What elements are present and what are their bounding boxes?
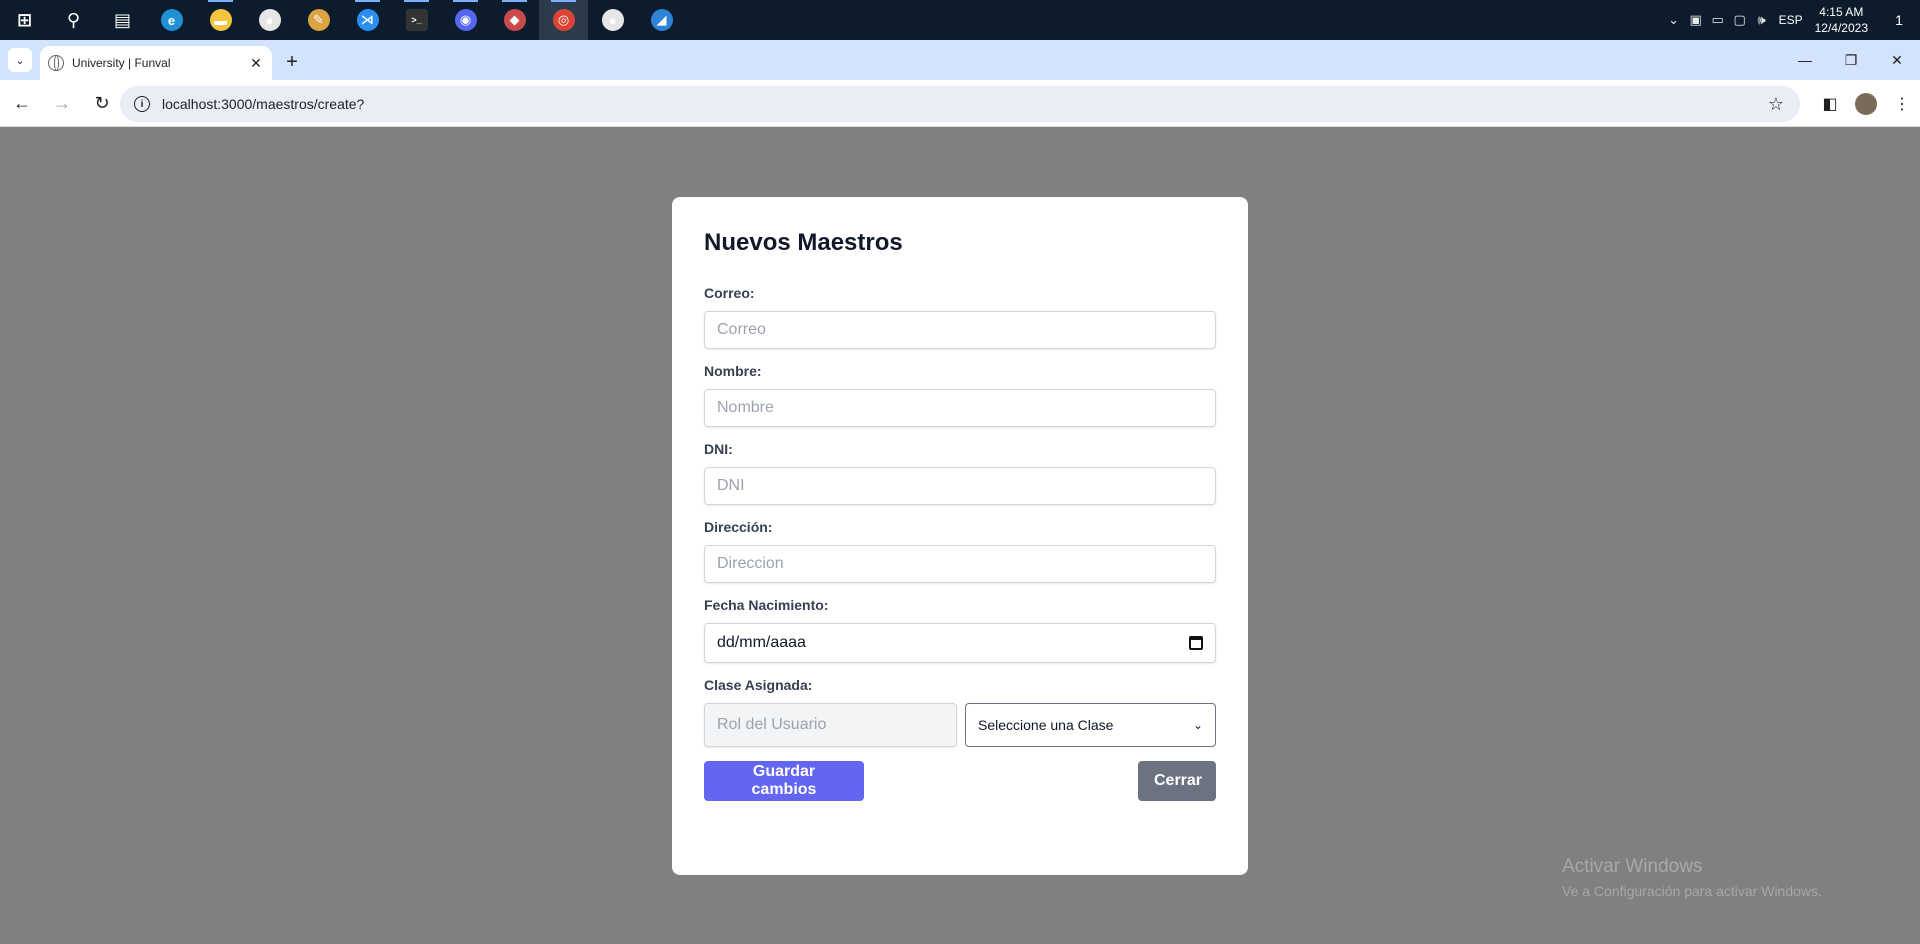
- nombre-label: Nombre:: [704, 363, 762, 379]
- taskbar-github-desktop-2[interactable]: ●: [588, 0, 637, 40]
- field-direccion: Dirección:: [704, 519, 1216, 583]
- clase-label: Clase Asignada:: [704, 677, 813, 693]
- back-button[interactable]: ←: [4, 85, 40, 121]
- task-view-icon: ▤: [113, 9, 131, 30]
- dni-label: DNI:: [704, 441, 733, 457]
- tab-university[interactable]: University | Funval ✕: [40, 46, 272, 80]
- taskbar-azure-data-studio[interactable]: ◢: [637, 0, 686, 40]
- discord-icon: ◉: [454, 9, 477, 31]
- clase-select-value: Seleccione una Clase: [978, 717, 1114, 733]
- site-info-icon[interactable]: i: [134, 96, 150, 112]
- taskbar-edge[interactable]: e: [147, 0, 196, 40]
- clock[interactable]: 4:15 AM 12/4/2023: [1815, 4, 1868, 36]
- app-icon: ◆: [503, 9, 526, 31]
- taskbar-vscode[interactable]: ⋊: [343, 0, 392, 40]
- window-controls: — ❐ ✕: [1782, 40, 1920, 80]
- page-viewport: Nuevos Maestros Correo: Nombre: DNI: Dir…: [0, 127, 1920, 944]
- tab-search-button[interactable]: ⌄: [8, 48, 32, 72]
- close-button[interactable]: Cerrar: [1138, 761, 1216, 801]
- side-panel-icon[interactable]: ◧: [1812, 86, 1848, 122]
- fecha-label: Fecha Nacimiento:: [704, 597, 829, 613]
- github-icon: ●: [601, 9, 624, 31]
- taskbar-apps: ⊞ ⚲ ▤ e ▬ ● ✎ ⋊ >_ ◉ ◆ ◎ ● ◢: [0, 0, 686, 40]
- bookmark-star-icon[interactable]: ☆: [1768, 94, 1784, 115]
- system-tray: ⌄ ▣ ▭ ▢ 🕪 ESP 4:15 AM 12/4/2023 1: [1663, 0, 1920, 40]
- fecha-value: dd/mm/aaaa: [717, 634, 806, 651]
- watermark-title: Activar Windows: [1562, 856, 1703, 877]
- search-icon: ⚲: [66, 9, 81, 30]
- clock-date: 12/4/2023: [1814, 21, 1868, 35]
- paint-icon: ✎: [307, 9, 330, 31]
- edge-icon: e: [160, 9, 183, 31]
- address-bar[interactable]: i localhost:3000/maestros/create? ☆: [120, 86, 1800, 122]
- taskbar-discord[interactable]: ◉: [441, 0, 490, 40]
- create-teacher-modal: Nuevos Maestros Correo: Nombre: DNI: Dir…: [672, 197, 1248, 875]
- watermark-subtitle: Ve a Configuración para activar Windows.: [1562, 883, 1822, 899]
- browser-toolbar: ← → ↻ i localhost:3000/maestros/create? …: [0, 80, 1920, 127]
- avatar[interactable]: [1855, 92, 1877, 115]
- tab-close-icon[interactable]: ✕: [248, 55, 264, 72]
- globe-icon: [48, 55, 64, 71]
- nombre-input[interactable]: [704, 389, 1216, 427]
- taskbar-github-desktop-1[interactable]: ●: [245, 0, 294, 40]
- minimize-button[interactable]: —: [1782, 40, 1828, 80]
- window-close-button[interactable]: ✕: [1874, 40, 1920, 80]
- volume-icon[interactable]: 🕪: [1751, 0, 1773, 40]
- network-icon[interactable]: ▢: [1729, 0, 1751, 40]
- calendar-icon[interactable]: [1189, 636, 1203, 650]
- direccion-input[interactable]: [704, 545, 1216, 583]
- github-icon: ●: [258, 9, 281, 31]
- windows-activation-watermark: Activar Windows Ve a Configuración para …: [1562, 856, 1822, 899]
- folder-icon: ▬: [209, 9, 232, 31]
- taskbar-task-view[interactable]: ▤: [98, 0, 147, 40]
- toolbar-right: ◧ ⋮: [1812, 80, 1920, 127]
- url-text[interactable]: localhost:3000/maestros/create?: [162, 96, 1768, 112]
- chevron-down-icon: ⌄: [1192, 718, 1203, 732]
- clock-time: 4:15 AM: [1819, 5, 1864, 19]
- fecha-nacimiento-input[interactable]: dd/mm/aaaa: [704, 623, 1216, 663]
- correo-input[interactable]: [704, 311, 1216, 349]
- azure-icon: ◢: [650, 9, 673, 31]
- correo-label: Correo:: [704, 285, 755, 301]
- field-dni: DNI:: [704, 441, 1216, 505]
- taskbar-paint[interactable]: ✎: [294, 0, 343, 40]
- windows-icon: ⊞: [16, 9, 33, 30]
- taskbar-file-explorer[interactable]: ▬: [196, 0, 245, 40]
- rol-usuario-input[interactable]: [704, 703, 957, 747]
- modal-title: Nuevos Maestros: [704, 229, 903, 256]
- battery-icon[interactable]: ▭: [1707, 0, 1729, 40]
- taskbar-chrome[interactable]: ◎: [539, 0, 588, 40]
- taskbar-windows-start[interactable]: ⊞: [0, 0, 49, 40]
- menu-icon[interactable]: ⋮: [1884, 86, 1920, 122]
- device-icon[interactable]: ▣: [1685, 0, 1707, 40]
- terminal-icon: >_: [405, 9, 428, 31]
- notifications-icon[interactable]: 1: [1884, 0, 1914, 40]
- field-correo: Correo:: [704, 285, 1216, 349]
- browser-tab-bar: ⌄ University | Funval ✕ + — ❐ ✕: [0, 40, 1920, 80]
- save-button[interactable]: Guardar cambios: [704, 761, 864, 801]
- chrome-icon: ◎: [552, 9, 575, 31]
- field-fecha: Fecha Nacimiento: dd/mm/aaaa: [704, 597, 1216, 663]
- new-tab-button[interactable]: +: [280, 50, 304, 74]
- notification-count: 1: [1895, 12, 1903, 28]
- taskbar-terminal[interactable]: >_: [392, 0, 441, 40]
- taskbar-app-unknown[interactable]: ◆: [490, 0, 539, 40]
- tab-title: University | Funval: [72, 56, 171, 70]
- taskbar-search[interactable]: ⚲: [49, 0, 98, 40]
- dni-input[interactable]: [704, 467, 1216, 505]
- language-indicator[interactable]: ESP: [1779, 13, 1803, 27]
- clase-select[interactable]: Seleccione una Clase ⌄: [965, 703, 1216, 747]
- chevron-up-icon[interactable]: ⌄: [1663, 0, 1685, 40]
- clase-row: Seleccione una Clase ⌄: [704, 703, 1216, 747]
- direccion-label: Dirección:: [704, 519, 773, 535]
- vscode-icon: ⋊: [356, 9, 379, 31]
- field-nombre: Nombre:: [704, 363, 1216, 427]
- windows-taskbar: ⊞ ⚲ ▤ e ▬ ● ✎ ⋊ >_ ◉ ◆ ◎ ● ◢ ⌄ ▣ ▭ ▢ 🕪 ESP 4:15 AM 12…: [0, 0, 1920, 40]
- restore-button[interactable]: ❐: [1828, 40, 1874, 80]
- forward-button[interactable]: →: [44, 85, 80, 121]
- field-clase: Clase Asignada: Seleccione una Clase ⌄: [704, 677, 1216, 747]
- reload-button[interactable]: ↻: [84, 85, 120, 121]
- modal-actions: Guardar cambios Cerrar: [704, 761, 1216, 801]
